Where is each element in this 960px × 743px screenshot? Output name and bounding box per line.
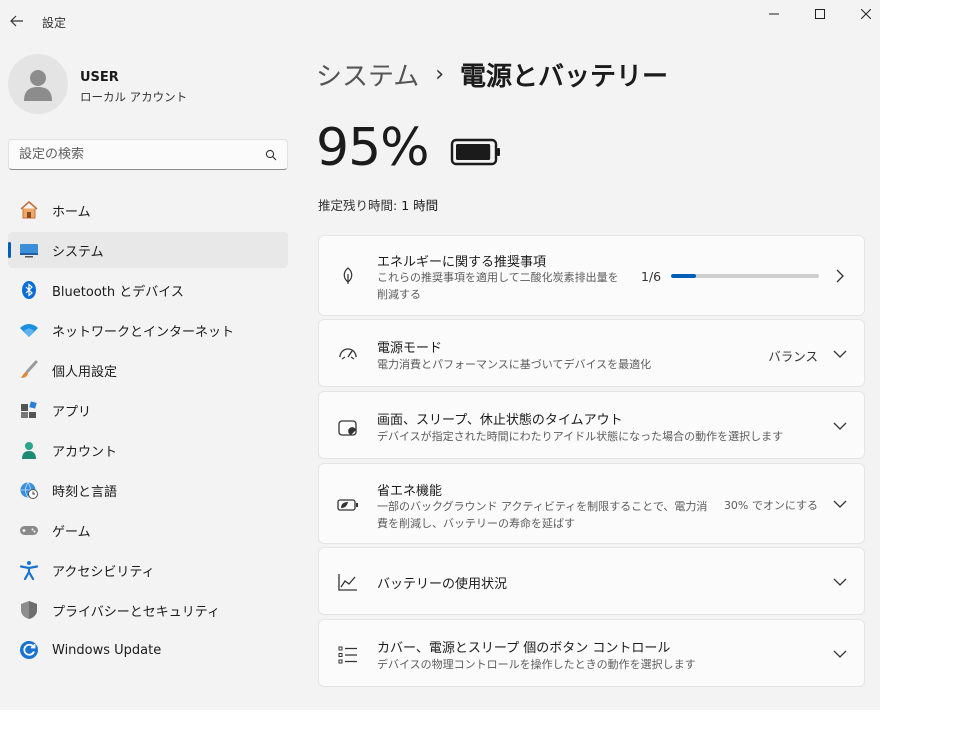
globe-clock-icon — [18, 479, 40, 501]
screen-timeout-icon — [337, 417, 359, 439]
sidebar-item-windows-update[interactable]: Windows Update — [8, 632, 288, 668]
card-description: デバイスの物理コントロールを操作したときの動作を選択します — [377, 658, 696, 671]
windows-update-icon — [18, 639, 40, 661]
back-button[interactable] — [6, 10, 28, 32]
chevron-down-icon[interactable] — [832, 496, 848, 512]
card-title: 省エネ機能 — [377, 484, 443, 499]
line-chart-icon — [337, 571, 359, 593]
sidebar-item-label: 時刻と言語 — [52, 484, 118, 500]
estimated-time-value: 1 時間 — [401, 198, 439, 213]
sidebar-item-label: アカウント — [52, 444, 118, 460]
sidebar-item-label: アクセシビリティ — [52, 564, 155, 580]
sidebar-item-label: ゲーム — [52, 524, 91, 540]
card-description: 一部のバックグラウンド アクティビティを制限することで、電力消費を削減し、バッテ… — [377, 500, 708, 530]
minimize-button[interactable] — [763, 4, 785, 24]
sidebar-item-label: ネットワークとインターネット — [52, 324, 235, 340]
sidebar-item-label: システム — [52, 244, 104, 260]
card-title: 電源モード — [377, 341, 443, 356]
search-icon[interactable] — [265, 149, 277, 161]
lid-power-button-card[interactable]: カバー、電源とスリープ 個のボタン コントロール デバイスの物理コントロールを操… — [318, 619, 865, 687]
chevron-right-icon[interactable] — [832, 268, 848, 284]
search-box[interactable] — [8, 139, 288, 170]
title-bar: 設定 — [0, 0, 880, 44]
wifi-icon — [18, 319, 40, 341]
energy-recommendations-card[interactable]: エネルギーに関する推奨事項 これらの推奨事項を適用して二酸化炭素排出量を削減する… — [318, 235, 865, 316]
sidebar-item-home[interactable]: ホーム — [8, 192, 288, 228]
app-title: 設定 — [42, 16, 67, 30]
account-type: ローカル アカウント — [80, 90, 188, 104]
close-icon — [861, 9, 871, 19]
sidebar-item-label: Windows Update — [52, 642, 162, 658]
sidebar-item-bluetooth[interactable]: Bluetooth とデバイス — [8, 272, 288, 308]
maximize-button[interactable] — [809, 4, 831, 24]
estimated-time: 推定残り時間: 1 時間 — [318, 195, 438, 214]
paintbrush-icon — [18, 359, 40, 381]
breadcrumb: システム › 電源とバッテリー — [316, 56, 668, 93]
sidebar-item-personalization[interactable]: 個人用設定 — [8, 352, 288, 388]
sidebar-item-privacy[interactable]: プライバシーとセキュリティ — [8, 592, 288, 628]
apps-icon — [18, 399, 40, 421]
sidebar-item-system[interactable]: システム — [8, 232, 288, 268]
breadcrumb-parent[interactable]: システム — [316, 56, 419, 93]
chevron-down-icon[interactable] — [832, 574, 848, 590]
gamepad-icon — [18, 519, 40, 541]
estimated-time-label: 推定残り時間: — [318, 198, 398, 213]
battery-usage-card[interactable]: バッテリーの使用状況 — [318, 547, 865, 615]
system-display-icon — [18, 239, 40, 261]
bluetooth-icon — [18, 279, 40, 301]
card-description: 電力消費とパフォーマンスに基づいてデバイスを最適化 — [377, 358, 652, 371]
list-settings-icon — [337, 644, 359, 666]
sidebar-item-accessibility[interactable]: アクセシビリティ — [8, 552, 288, 588]
close-button[interactable] — [855, 4, 877, 24]
sidebar-nav: ホーム システム Bluetooth とデバイス ネットワークとインターネット … — [8, 192, 288, 672]
card-title: カバー、電源とスリープ 個のボタン コントロール — [377, 641, 671, 656]
sidebar-item-label: ホーム — [52, 204, 91, 220]
arrow-left-icon — [10, 15, 23, 27]
chevron-down-icon[interactable] — [832, 346, 848, 362]
card-title: エネルギーに関する推奨事項 — [377, 255, 547, 270]
sidebar-item-label: プライバシーとセキュリティ — [52, 604, 220, 620]
leaf-icon — [337, 265, 359, 287]
shield-icon — [18, 599, 40, 621]
sidebar-item-time-language[interactable]: 時刻と言語 — [8, 472, 288, 508]
person-silhouette-icon — [24, 70, 52, 101]
battery-percentage: 95% — [316, 118, 430, 178]
maximize-icon — [815, 9, 825, 19]
sidebar-item-label: 個人用設定 — [52, 364, 118, 380]
home-icon — [18, 199, 40, 221]
search-input[interactable] — [19, 147, 265, 162]
minimize-icon — [769, 13, 779, 15]
screen-sleep-timeout-card[interactable]: 画面、スリープ、休止状態のタイムアウト デバイスが指定された時間にわたりアイドル… — [318, 391, 865, 459]
settings-window: 設定 USER ローカル アカウント ホーム — [0, 0, 880, 710]
page-title: 電源とバッテリー — [460, 62, 669, 92]
card-description: デバイスが指定された時間にわたりアイドル状態になった場合の動作を選択します — [377, 430, 784, 443]
avatar[interactable] — [8, 54, 68, 114]
recommendations-progress-fill — [671, 274, 696, 278]
sidebar-item-apps[interactable]: アプリ — [8, 392, 288, 428]
accessibility-icon — [18, 559, 40, 581]
battery-saver-icon — [337, 494, 359, 516]
sidebar-item-accounts[interactable]: アカウント — [8, 432, 288, 468]
sidebar-item-network[interactable]: ネットワークとインターネット — [8, 312, 288, 348]
user-name: USER — [80, 70, 119, 85]
energy-saver-card[interactable]: 省エネ機能 一部のバックグラウンド アクティビティを制限することで、電力消費を削… — [318, 463, 865, 544]
power-mode-card[interactable]: 電源モード 電力消費とパフォーマンスに基づいてデバイスを最適化 バランス — [318, 319, 865, 387]
recommendations-progress — [671, 274, 819, 278]
power-mode-gauge-icon — [337, 343, 359, 365]
battery-icon — [450, 138, 500, 166]
breadcrumb-separator: › — [435, 62, 445, 87]
chevron-down-icon[interactable] — [832, 418, 848, 434]
sidebar-item-label: Bluetooth とデバイス — [52, 284, 184, 300]
recommendations-count: 1/6 — [641, 269, 662, 284]
sidebar-item-gaming[interactable]: ゲーム — [8, 512, 288, 548]
card-description: これらの推奨事項を適用して二酸化炭素排出量を削減する — [377, 271, 619, 301]
power-mode-select[interactable]: バランス — [768, 346, 818, 365]
chevron-down-icon[interactable] — [832, 646, 848, 662]
card-title: 画面、スリープ、休止状態のタイムアウト — [377, 413, 623, 428]
sidebar-item-label: アプリ — [52, 404, 92, 420]
card-title: バッテリーの使用状況 — [377, 577, 508, 592]
person-icon — [18, 439, 40, 461]
energy-saver-threshold-select[interactable]: 30% でオンにする — [724, 497, 818, 513]
